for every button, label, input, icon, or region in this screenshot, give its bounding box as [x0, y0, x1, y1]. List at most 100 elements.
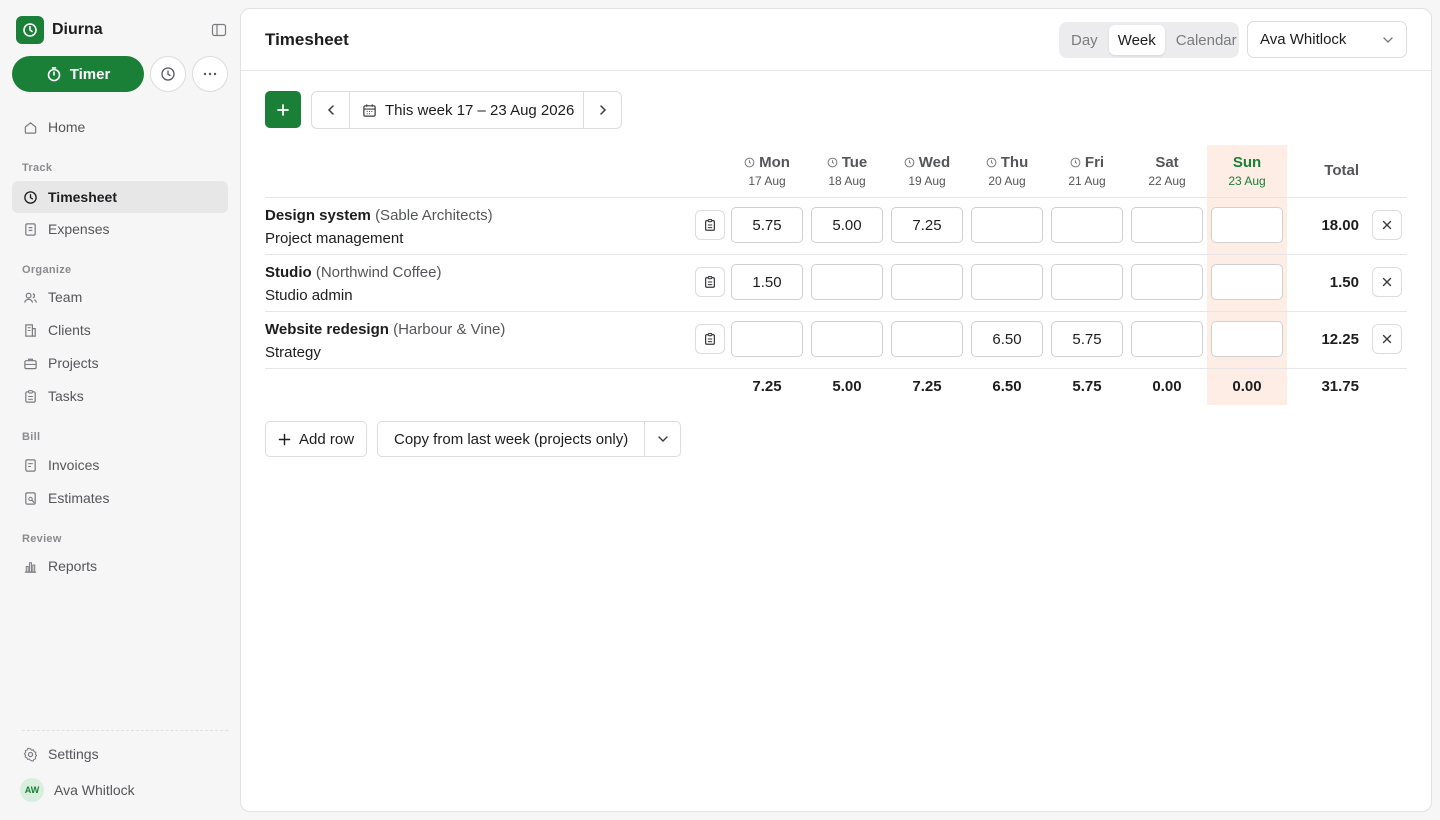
row-label: Studio (Northwind Coffee) Studio admin: [265, 264, 441, 304]
hours-input-wed[interactable]: [891, 207, 963, 243]
hours-input-fri[interactable]: [1051, 207, 1123, 243]
add-entry-button[interactable]: [265, 91, 301, 128]
hours-input-mon[interactable]: [731, 321, 803, 357]
copy-options-button[interactable]: [645, 422, 680, 456]
nav-group-bill: Bill: [22, 431, 41, 443]
sidebar-item-reports[interactable]: Reports: [12, 550, 228, 582]
client-name: (Northwind Coffee): [315, 264, 442, 281]
hours-input-wed[interactable]: [891, 321, 963, 357]
hours-input-tue[interactable]: [811, 264, 883, 300]
sidebar-item-home[interactable]: Home: [12, 111, 228, 143]
chevron-down-icon: [1382, 36, 1394, 44]
day-header-fri: Fri 21 Aug: [1047, 154, 1127, 188]
day-date: 19 Aug: [908, 174, 946, 188]
hours-input-sun[interactable]: [1211, 264, 1283, 300]
tab-calendar[interactable]: Calendar: [1167, 25, 1246, 55]
hours-input-sun[interactable]: [1211, 207, 1283, 243]
hours-input-sat[interactable]: [1131, 321, 1203, 357]
tab-week[interactable]: Week: [1108, 25, 1165, 55]
day-name: Tue: [841, 154, 868, 171]
sidebar-item-label: Estimates: [48, 490, 110, 506]
prev-week-button[interactable]: [312, 92, 349, 128]
day-header-wed: Wed 19 Aug: [887, 154, 967, 188]
day-date: 17 Aug: [748, 174, 786, 188]
total-header: Total: [1324, 162, 1359, 179]
sidebar-toggle-icon[interactable]: [210, 21, 228, 39]
hours-input-sat[interactable]: [1131, 264, 1203, 300]
sidebar-item-settings[interactable]: Settings: [12, 738, 228, 770]
sidebar-divider: [22, 730, 228, 731]
gear-icon: [22, 746, 38, 762]
sidebar-item-tasks[interactable]: Tasks: [12, 380, 228, 412]
notes-button[interactable]: [695, 324, 725, 354]
hours-input-thu[interactable]: [971, 321, 1043, 357]
day-name: Thu: [1000, 154, 1029, 171]
day-header-tue: Tue 18 Aug: [807, 154, 887, 188]
main-panel: Timesheet Day Week Calendar Ava Whitlock…: [240, 8, 1432, 812]
notes-button[interactable]: [695, 210, 725, 240]
more-icon: [203, 72, 217, 76]
hours-input-thu[interactable]: [971, 207, 1043, 243]
week-picker[interactable]: This week 17 – 23 Aug 2026: [349, 92, 584, 128]
client-name: (Harbour & Vine): [393, 321, 506, 338]
hours-input-tue[interactable]: [811, 321, 883, 357]
more-button[interactable]: [192, 56, 228, 92]
history-button[interactable]: [150, 56, 186, 92]
sidebar-item-label: Clients: [48, 322, 91, 338]
nav-group-organize: Organize: [22, 264, 72, 276]
day-total-tue: 5.00: [832, 378, 862, 395]
day-name: Fri: [1084, 154, 1105, 171]
hours-input-wed[interactable]: [891, 264, 963, 300]
sidebar-item-label: Expenses: [48, 221, 110, 237]
clock-icon: [16, 16, 44, 44]
clock-icon: [986, 157, 997, 168]
grand-total: 31.75: [1321, 378, 1359, 395]
sidebar-item-estimates[interactable]: Estimates: [12, 482, 228, 514]
delete-row-button[interactable]: [1372, 324, 1402, 354]
bar-chart-icon: [22, 558, 38, 574]
clock-icon: [1070, 157, 1081, 168]
plus-icon: [276, 103, 290, 117]
hours-input-fri[interactable]: [1051, 321, 1123, 357]
hours-input-mon[interactable]: [731, 207, 803, 243]
add-row-button[interactable]: Add row: [265, 421, 368, 457]
hours-input-sat[interactable]: [1131, 207, 1203, 243]
user-select[interactable]: Ava Whitlock: [1247, 21, 1407, 58]
day-date: 18 Aug: [828, 174, 866, 188]
chevron-down-icon: [657, 435, 669, 443]
sidebar-item-projects[interactable]: Projects: [12, 347, 228, 379]
delete-row-button[interactable]: [1372, 210, 1402, 240]
tab-day[interactable]: Day: [1062, 25, 1107, 55]
add-row-label: Add row: [299, 430, 355, 448]
day-date: 22 Aug: [1148, 174, 1186, 188]
chevron-right-icon: [599, 104, 607, 116]
copy-last-week-button[interactable]: Copy from last week (projects only): [378, 422, 646, 456]
hours-input-mon[interactable]: [731, 264, 803, 300]
hours-input-fri[interactable]: [1051, 264, 1123, 300]
day-total-sun: 0.00: [1232, 378, 1262, 395]
hours-input-thu[interactable]: [971, 264, 1043, 300]
home-icon: [22, 119, 38, 135]
sidebar-item-timesheet[interactable]: Timesheet: [12, 181, 228, 213]
hours-input-sun[interactable]: [1211, 321, 1283, 357]
sidebar-item-label: Team: [48, 289, 83, 305]
sidebar-item-invoices[interactable]: Invoices: [12, 449, 228, 481]
timer-button[interactable]: Timer: [12, 56, 144, 92]
next-week-button[interactable]: [584, 92, 621, 128]
row-total: 1.50: [1329, 274, 1359, 291]
sidebar-item-expenses[interactable]: Expenses: [12, 213, 228, 245]
sidebar-item-clients[interactable]: Clients: [12, 314, 228, 346]
sidebar-item-label: Projects: [48, 355, 99, 371]
sidebar-item-label: Timesheet: [48, 189, 117, 205]
row-divider: [265, 254, 1407, 255]
delete-row-button[interactable]: [1372, 267, 1402, 297]
hours-input-tue[interactable]: [811, 207, 883, 243]
current-user[interactable]: AW Ava Whitlock: [20, 778, 135, 802]
week-navigator: This week 17 – 23 Aug 2026: [311, 91, 622, 129]
sidebar-item-team[interactable]: Team: [12, 281, 228, 313]
day-date: 23 Aug: [1228, 174, 1266, 188]
notes-button[interactable]: [695, 267, 725, 297]
clipboard-icon: [703, 218, 717, 232]
history-icon: [160, 66, 176, 82]
day-total-wed: 7.25: [912, 378, 942, 395]
